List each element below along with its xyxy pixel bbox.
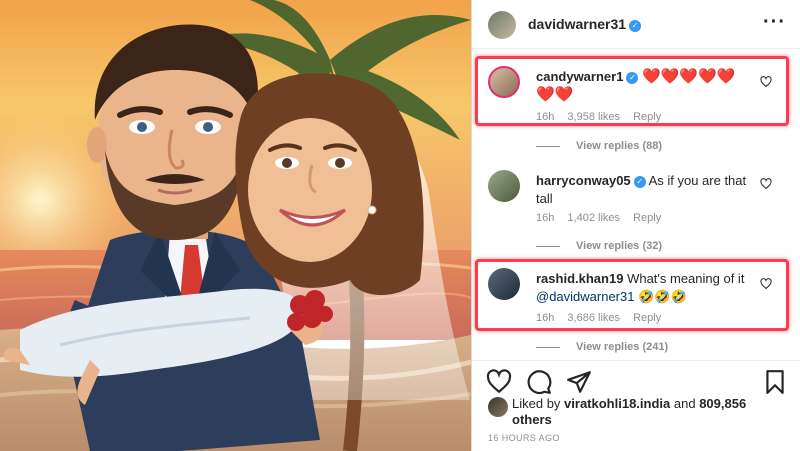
like-comment-heart-icon[interactable] bbox=[760, 76, 772, 88]
comment-likes[interactable]: 3,686 likes bbox=[567, 312, 620, 324]
view-replies-label: View replies (88) bbox=[576, 140, 663, 152]
view-replies-label: View replies (32) bbox=[576, 240, 663, 252]
liked-by-text: Liked by viratkohli18.india and 809,856 … bbox=[512, 396, 772, 428]
view-replies-line bbox=[536, 245, 560, 247]
author-avatar[interactable] bbox=[488, 11, 516, 39]
bookmark-icon[interactable] bbox=[762, 369, 788, 395]
view-replies-label: View replies (241) bbox=[576, 341, 669, 353]
comment-icon[interactable] bbox=[526, 369, 552, 395]
more-options-icon[interactable]: ··· bbox=[763, 11, 786, 34]
verified-badge-icon: ✓ bbox=[629, 20, 642, 32]
commenter-avatar[interactable] bbox=[488, 268, 520, 300]
laughing-emoji: 🤣🤣🤣 bbox=[638, 289, 687, 304]
comment-time[interactable]: 16h bbox=[536, 312, 554, 324]
post-time-ago[interactable]: 16 HOURS AGO bbox=[488, 433, 560, 443]
liked-by-user[interactable]: viratkohli18.india bbox=[564, 396, 670, 411]
view-replies-button[interactable]: View replies (88) bbox=[536, 140, 662, 152]
post-actions-bar bbox=[472, 360, 800, 401]
view-replies-button[interactable]: View replies (32) bbox=[536, 240, 662, 252]
commenter-avatar[interactable] bbox=[488, 170, 520, 202]
author-username-text[interactable]: davidwarner31 bbox=[528, 16, 626, 32]
comment-username[interactable]: candywarner1 bbox=[536, 69, 623, 84]
commenter-avatar[interactable] bbox=[488, 66, 520, 98]
view-replies-button[interactable]: View replies (241) bbox=[536, 341, 668, 353]
comment-time[interactable]: 16h bbox=[536, 212, 554, 224]
like-comment-heart-icon[interactable] bbox=[760, 278, 772, 290]
liked-by-and: and bbox=[673, 396, 696, 411]
mention-link[interactable]: @davidwarner31 bbox=[536, 289, 634, 304]
comment-text: harryconway05 ✓ As if you are that tall bbox=[536, 172, 754, 208]
heart-icon[interactable] bbox=[486, 369, 512, 395]
verified-badge-icon: ✓ bbox=[626, 72, 639, 84]
comment-username[interactable]: harryconway05 bbox=[536, 173, 631, 188]
share-icon[interactable] bbox=[566, 369, 592, 395]
comment-text: candywarner1 ✓ ❤️❤️❤️❤️❤️❤️❤️ bbox=[536, 68, 754, 104]
comment-meta: 16h 3,686 likes Reply bbox=[536, 312, 671, 324]
comment-likes[interactable]: 1,402 likes bbox=[567, 212, 620, 224]
comment-text: rashid.khan19 What's meaning of it @davi… bbox=[536, 270, 754, 306]
post-header: davidwarner31 ✓ ··· bbox=[472, 0, 800, 49]
comment-username[interactable]: rashid.khan19 bbox=[536, 271, 623, 286]
liked-by-prefix: Liked by bbox=[512, 396, 561, 411]
liked-by-avatar[interactable] bbox=[488, 397, 508, 417]
reply-button[interactable]: Reply bbox=[633, 111, 661, 123]
post-side-panel: davidwarner31 ✓ ··· candywarner1 ✓ ❤️❤️❤️❤… bbox=[472, 0, 800, 451]
comment-likes[interactable]: 3,958 likes bbox=[567, 111, 620, 123]
comment-meta: 16h 3,958 likes Reply bbox=[536, 111, 671, 123]
reply-button[interactable]: Reply bbox=[633, 212, 661, 224]
view-replies-line bbox=[536, 346, 560, 348]
author-username[interactable]: davidwarner31 ✓ bbox=[528, 16, 642, 32]
post-image[interactable] bbox=[0, 0, 471, 451]
comment-body: What's meaning of it bbox=[627, 271, 745, 286]
comment-time[interactable]: 16h bbox=[536, 111, 554, 123]
like-comment-heart-icon[interactable] bbox=[760, 178, 772, 190]
view-replies-line bbox=[536, 145, 560, 147]
verified-badge-icon: ✓ bbox=[633, 176, 646, 188]
comment-meta: 16h 1,402 likes Reply bbox=[536, 212, 671, 224]
reply-button[interactable]: Reply bbox=[633, 312, 661, 324]
